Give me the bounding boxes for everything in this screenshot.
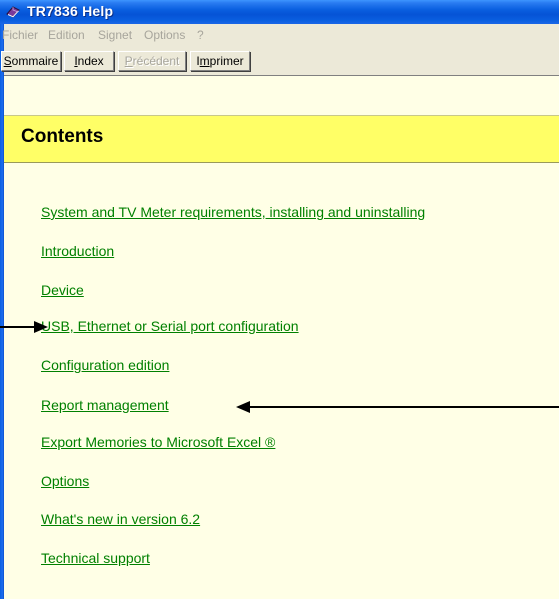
menu-bar: Fichier Edition Signet Options ? — [2, 24, 559, 46]
toc-link-report-management[interactable]: Report management — [41, 397, 169, 413]
menu-edition[interactable]: Edition — [48, 28, 85, 42]
toc-link-port-configuration[interactable]: USB, Ethernet or Serial port configurati… — [41, 318, 299, 334]
precedent-label: récédent — [132, 54, 180, 68]
toc-link-configuration-edition[interactable]: Configuration edition — [41, 357, 169, 373]
index-label: ndex — [77, 54, 104, 68]
menu-help[interactable]: ? — [197, 28, 204, 42]
menu-signet[interactable]: Signet — [98, 28, 132, 42]
window-title: TR7836 Help — [27, 3, 114, 19]
imprimer-mnemonic: m — [199, 54, 210, 68]
toolbar: Sommaire Index Précédent Imprimer — [1, 47, 559, 75]
toc-link-whats-new[interactable]: What's new in version 6.2 — [41, 511, 200, 527]
index-button[interactable]: Index — [64, 51, 114, 71]
imprimer-button[interactable]: Imprimer — [190, 51, 250, 71]
page-header: Contents — [4, 115, 559, 163]
toc-link-options[interactable]: Options — [41, 473, 89, 489]
toc-link-export-excel[interactable]: Export Memories to Microsoft Excel ® — [41, 434, 275, 450]
left-arrow-icon — [236, 401, 559, 413]
title-bar[interactable]: TR7836 Help — [0, 0, 559, 24]
precedent-button[interactable]: Précédent — [118, 51, 186, 71]
sommaire-button[interactable]: Sommaire — [1, 51, 61, 71]
imprimer-label: primer — [209, 54, 244, 68]
toc-link-technical-support[interactable]: Technical support — [41, 550, 150, 566]
precedent-mnemonic: P — [124, 54, 133, 68]
help-window: TR7836 Help Fichier Edition Signet Optio… — [0, 0, 559, 599]
sommaire-mnemonic: S — [3, 54, 12, 68]
toc-link-device[interactable]: Device — [41, 282, 84, 298]
toc-link-requirements[interactable]: System and TV Meter requirements, instal… — [41, 204, 425, 220]
toc-link-introduction[interactable]: Introduction — [41, 243, 114, 259]
menu-options[interactable]: Options — [144, 28, 185, 42]
help-book-icon — [6, 6, 20, 18]
page-title: Contents — [21, 126, 104, 147]
sommaire-label: ommaire — [11, 54, 59, 68]
right-arrow-icon — [0, 321, 48, 333]
menu-fichier[interactable]: Fichier — [2, 28, 38, 42]
